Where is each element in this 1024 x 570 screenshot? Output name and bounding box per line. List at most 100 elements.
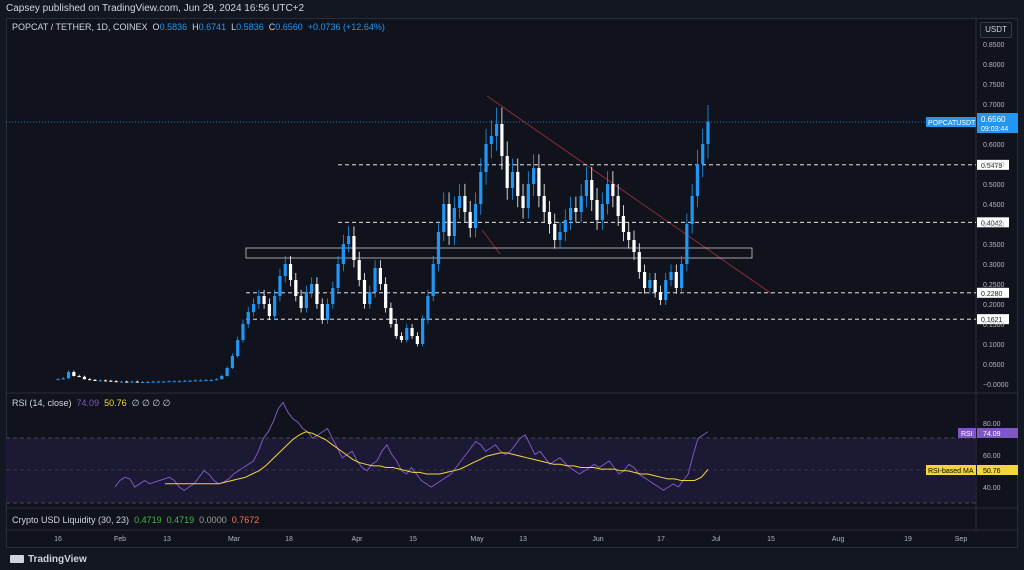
time-axis-label: 13 bbox=[163, 536, 171, 543]
rsi-axis-40: 40.00 bbox=[983, 485, 1001, 492]
price-axis-label: 0.0500 bbox=[983, 362, 1005, 369]
candle-body bbox=[569, 208, 573, 220]
candle-body bbox=[151, 381, 155, 383]
close-value: 0.6560 bbox=[275, 22, 303, 32]
candle-body bbox=[156, 381, 161, 383]
time-axis: 16 Feb 13 Mar 18 Apr 15 May 13 Jun 17 Jul 15 Aug 19 Sep bbox=[54, 536, 967, 543]
candle-body bbox=[299, 296, 303, 308]
time-axis-label: Feb bbox=[114, 536, 126, 543]
candle-body bbox=[146, 382, 150, 383]
candle-body bbox=[172, 381, 176, 383]
candle-body bbox=[220, 376, 224, 380]
candle-body bbox=[579, 196, 583, 212]
candle-body bbox=[505, 156, 509, 188]
price-axis: 0.85000.80000.75000.70000.65000.60000.55… bbox=[983, 42, 1009, 389]
currency-button[interactable]: USDT bbox=[980, 22, 1012, 38]
candle-body bbox=[357, 260, 361, 280]
price-axis-label: 0.5000 bbox=[983, 182, 1005, 189]
candle-body bbox=[532, 168, 536, 184]
time-axis-label: May bbox=[470, 536, 484, 543]
candle-body bbox=[109, 380, 113, 382]
liquidity-title: Crypto USD Liquidity (30, 23) bbox=[12, 515, 130, 525]
rsi-legend-value: 74.09 bbox=[76, 398, 100, 408]
candle-body bbox=[278, 276, 282, 296]
time-axis-label: 17 bbox=[657, 536, 665, 543]
price-axis-label: 0.5500 bbox=[983, 162, 1005, 169]
tradingview-logo[interactable]: TradingView bbox=[10, 554, 87, 565]
candle-body bbox=[304, 292, 308, 308]
price-axis-label: 0.4000 bbox=[983, 222, 1005, 229]
liquidity-v3: 0.0000 bbox=[199, 515, 227, 525]
candle-body bbox=[177, 381, 182, 383]
candle-body bbox=[685, 224, 689, 264]
candle-body bbox=[204, 380, 208, 381]
candle-body bbox=[310, 284, 314, 292]
rsi-axis-80: 80.00 bbox=[983, 421, 1001, 428]
candle-body bbox=[484, 144, 488, 172]
candle-body bbox=[130, 381, 134, 383]
candle-body bbox=[632, 240, 636, 252]
candle-body bbox=[331, 288, 335, 304]
candle-body bbox=[436, 232, 441, 264]
liquidity-v1: 0.4719 bbox=[134, 515, 162, 525]
candle-body bbox=[637, 252, 641, 272]
level-tag: 0.2280 bbox=[981, 291, 1003, 298]
candle-body bbox=[347, 236, 351, 244]
rsi-axis-60: 60.00 bbox=[983, 453, 1001, 460]
open-label: O bbox=[152, 22, 160, 32]
time-axis-label: Jun bbox=[592, 536, 603, 543]
price-axis-label: 0.8500 bbox=[983, 42, 1005, 49]
candle-body bbox=[510, 172, 515, 188]
candle-body bbox=[135, 381, 139, 383]
candle-body bbox=[389, 308, 393, 324]
candle-body bbox=[362, 280, 367, 304]
price-tag-symbol: POPCATUSDT bbox=[928, 120, 976, 127]
candle-body bbox=[88, 379, 92, 381]
price-axis-label: 0.7500 bbox=[983, 82, 1005, 89]
candle-body bbox=[605, 184, 610, 204]
candle-body bbox=[257, 296, 261, 304]
time-axis-label: 15 bbox=[409, 536, 417, 543]
candle-body bbox=[516, 172, 520, 196]
candle-body bbox=[368, 292, 372, 304]
candle-body bbox=[431, 264, 435, 296]
price-axis-label: 0.1500 bbox=[983, 322, 1005, 329]
candle-body bbox=[600, 204, 604, 220]
candle-body bbox=[352, 236, 356, 260]
candle-body bbox=[114, 381, 118, 383]
rsi-value-tag: 74.09 bbox=[983, 431, 1001, 438]
candle-body bbox=[72, 372, 76, 376]
candle-body bbox=[542, 196, 546, 212]
candle-body bbox=[426, 296, 430, 320]
candle-body bbox=[384, 284, 388, 308]
price-axis-label: 0.4500 bbox=[983, 202, 1005, 209]
rsi-title: RSI (14, close) bbox=[12, 398, 72, 408]
time-axis-label: Apr bbox=[352, 536, 364, 543]
candle-body bbox=[653, 280, 657, 292]
open-value: 0.5836 bbox=[159, 22, 188, 32]
candle-body bbox=[463, 196, 467, 212]
price-axis-label: 0.2000 bbox=[983, 302, 1005, 309]
candle-body bbox=[125, 381, 129, 383]
rsi-legend: RSI (14, close) 74.09 50.76 ∅ ∅ ∅ ∅ bbox=[12, 398, 171, 409]
ma-tag-label: RSI-based MA bbox=[928, 468, 974, 475]
candle-body bbox=[558, 232, 562, 240]
candle-body bbox=[574, 208, 578, 212]
candle-body bbox=[706, 121, 710, 144]
candle-body bbox=[442, 204, 446, 232]
candle-body bbox=[230, 356, 234, 368]
candle-body bbox=[674, 272, 678, 288]
candle-body bbox=[695, 164, 700, 196]
low-value: 0.5836 bbox=[236, 22, 264, 32]
candle-body bbox=[616, 196, 620, 216]
candle-body bbox=[82, 376, 87, 380]
candle-body bbox=[452, 208, 456, 236]
candle-body bbox=[61, 378, 65, 380]
change-value: +0.0736 (+12.64%) bbox=[307, 22, 385, 32]
candle-body bbox=[193, 380, 197, 382]
candle-body bbox=[140, 382, 145, 383]
candle-body bbox=[56, 379, 60, 381]
candle-body bbox=[320, 304, 324, 320]
chart-svg[interactable]: 0.54790.40420.22800.1621 0.8500 0.8000 0.7… bbox=[0, 0, 1024, 548]
liquidity-legend: Crypto USD Liquidity (30, 23) 0.4719 0.4… bbox=[12, 515, 259, 525]
